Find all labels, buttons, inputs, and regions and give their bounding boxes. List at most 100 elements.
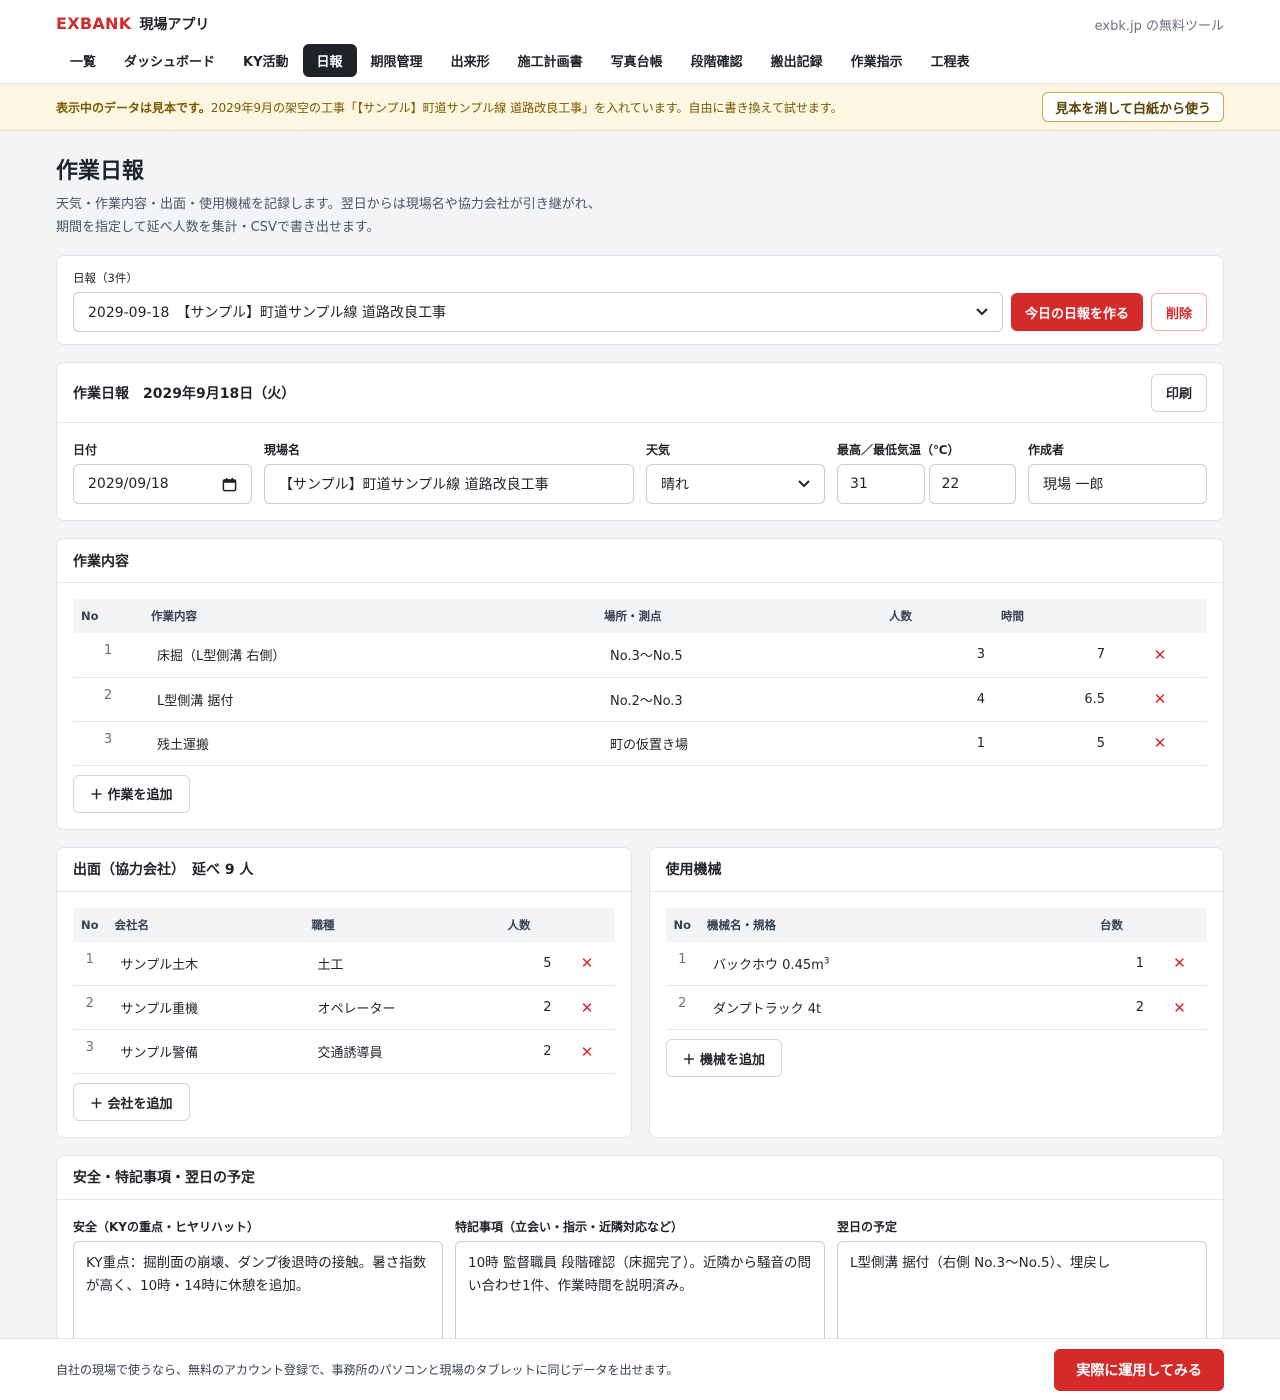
create-today-report-button[interactable]: 今日の日報を作る bbox=[1010, 293, 1143, 331]
work-place-cell[interactable]: 町の仮置き場 bbox=[596, 721, 881, 766]
col-people: 人数 bbox=[499, 907, 560, 942]
date-group: 日付 2029/09/18 bbox=[73, 441, 252, 504]
machine-count-cell[interactable]: 1 bbox=[1092, 941, 1153, 986]
remove-row-icon[interactable]: ✕ bbox=[1152, 985, 1207, 1030]
remove-row-icon[interactable]: ✕ bbox=[559, 1029, 615, 1074]
site-group: 現場名 【サンプル】町道サンプル線 道路改良工事 bbox=[264, 441, 634, 504]
attendance-no: 1 bbox=[73, 941, 107, 986]
nav-item-deadlines[interactable]: 期限管理 bbox=[357, 44, 437, 77]
notes-card: 安全・特記事項・翌日の予定 安全（KYの重点・ヒヤリハット） KY重点：掘削面の… bbox=[56, 1154, 1224, 1366]
attendance-body: No 会社名 職種 人数 1 サンプル土木 土工 5 ✕ 2 サンプル重機 オペ… bbox=[57, 892, 631, 1138]
special-textarea[interactable]: 10時 監督職員 段階確認（床掘完了）。近隣から騒音の問い合わせ1件、作業時間を… bbox=[455, 1240, 825, 1349]
nav-item-dashboard[interactable]: ダッシュボード bbox=[110, 44, 229, 77]
nav-item-schedule[interactable]: 工程表 bbox=[917, 44, 984, 77]
remove-row-icon[interactable]: ✕ bbox=[1113, 677, 1207, 722]
print-button[interactable]: 印刷 bbox=[1150, 373, 1207, 412]
work-people-cell[interactable]: 4 bbox=[881, 677, 993, 722]
author-input[interactable]: 現場 一郎 bbox=[1028, 464, 1207, 504]
weather-select[interactable]: 晴れ bbox=[646, 464, 825, 504]
attendance-card: 出面（協力会社） 延べ 9 人 No 会社名 職種 人数 1 サンプル土木 土工… bbox=[56, 846, 632, 1138]
temperature-group: 最高／最低気温（℃） 31 22 bbox=[837, 441, 1016, 504]
company-cell[interactable]: サンプル土木 bbox=[106, 941, 304, 986]
nav-item-carry-out[interactable]: 搬出記録 bbox=[757, 44, 837, 77]
attendance-people-cell[interactable]: 2 bbox=[499, 1029, 560, 1074]
machine-name-cell[interactable]: バックホウ 0.45m3 bbox=[699, 941, 1093, 986]
brand[interactable]: EXBANK 現場アプリ bbox=[56, 14, 209, 34]
nav-item-daily-report[interactable]: 日報 bbox=[302, 44, 357, 77]
free-tool-link[interactable]: exbk.jp の無料ツール bbox=[1095, 15, 1224, 34]
remove-row-icon[interactable]: ✕ bbox=[1113, 633, 1207, 678]
banner-message: 2029年9月の架空の工事「【サンプル】町道サンプル線 道路改良工事」を入れてい… bbox=[210, 100, 843, 115]
date-input[interactable]: 2029/09/18 bbox=[73, 464, 252, 504]
try-operation-button[interactable]: 実際に運用してみる bbox=[1054, 1348, 1224, 1391]
work-table-header: No 作業内容 場所・測点 人数 時間 bbox=[73, 599, 1207, 633]
machines-card: 使用機械 No 機械名・規格 台数 1 バックホウ 0.45m3 1 ✕ 2 ダ… bbox=[648, 846, 1224, 1138]
col-trade: 職種 bbox=[303, 907, 500, 942]
temp-low-input[interactable]: 22 bbox=[928, 464, 1016, 504]
temp-high-value: 31 bbox=[850, 476, 868, 492]
nav-item-photo-ledger[interactable]: 写真台帳 bbox=[597, 44, 677, 77]
nav-item-work-order[interactable]: 作業指示 bbox=[837, 44, 917, 77]
nav-item-stage-check[interactable]: 段階確認 bbox=[677, 44, 757, 77]
work-content-cell[interactable]: 床掘（L型側溝 右側） bbox=[143, 633, 596, 678]
site-input[interactable]: 【サンプル】町道サンプル線 道路改良工事 bbox=[264, 464, 634, 504]
logo: EXBANK bbox=[56, 14, 132, 33]
safety-textarea[interactable]: KY重点：掘削面の崩壊、ダンプ後退時の接触。暑さ指数が高く、10時・14時に休憩… bbox=[73, 1240, 443, 1349]
clear-sample-button[interactable]: 見本を消して白紙から使う bbox=[1042, 92, 1224, 122]
work-content-cell[interactable]: 残土運搬 bbox=[143, 721, 596, 766]
nav-item-list[interactable]: 一覧 bbox=[56, 44, 110, 77]
author-value: 現場 一郎 bbox=[1043, 477, 1104, 493]
nav-item-ky[interactable]: KY活動 bbox=[229, 44, 303, 77]
special-group: 特記事項（立会い・指示・近隣対応など） 10時 監督職員 段階確認（床掘完了）。… bbox=[455, 1218, 825, 1349]
report-info-card: 作業日報 2029年9月18日（火） 印刷 日付 2029/09/18 現場名 … bbox=[56, 362, 1224, 521]
company-cell[interactable]: サンプル重機 bbox=[106, 985, 304, 1030]
temp-high-input[interactable]: 31 bbox=[837, 464, 925, 504]
machine-count-cell[interactable]: 2 bbox=[1092, 985, 1153, 1030]
attendance-people-cell[interactable]: 5 bbox=[499, 941, 560, 986]
work-content-card: 作業内容 No 作業内容 場所・測点 人数 時間 1 床掘（L型側溝 右側） N… bbox=[56, 538, 1224, 830]
table-row: 2 ダンプトラック 4t 2 ✕ bbox=[665, 985, 1207, 1030]
next-plan-textarea[interactable]: L型側溝 据付（右側 No.3〜No.5）、埋戻し bbox=[837, 1240, 1207, 1349]
notes-title: 安全・特記事項・翌日の予定 bbox=[73, 1170, 255, 1186]
page-title: 作業日報 bbox=[56, 159, 145, 184]
footer-text: 自社の現場で使うなら、無料のアカウント登録で、事務所のパソコンと現場のタブレット… bbox=[56, 1363, 679, 1377]
report-info-header: 作業日報 2029年9月18日（火） 印刷 bbox=[57, 363, 1223, 423]
remove-row-icon[interactable]: ✕ bbox=[559, 985, 615, 1030]
work-people-cell[interactable]: 1 bbox=[881, 721, 993, 766]
company-cell[interactable]: サンプル警備 bbox=[106, 1029, 304, 1074]
report-select[interactable]: 2029-09-18 【サンプル】町道サンプル線 道路改良工事 bbox=[73, 292, 1003, 332]
col-machine-name: 機械名・規格 bbox=[699, 907, 1093, 942]
add-company-button[interactable]: ＋ 会社を追加 bbox=[73, 1083, 190, 1121]
trade-cell[interactable]: 土工 bbox=[303, 941, 500, 986]
remove-row-icon[interactable]: ✕ bbox=[1152, 941, 1207, 986]
trade-cell[interactable]: 交通誘導員 bbox=[303, 1029, 500, 1074]
nav-item-dekigata[interactable]: 出来形 bbox=[437, 44, 504, 77]
col-content: 作業内容 bbox=[143, 599, 596, 633]
col-no: No bbox=[665, 907, 700, 942]
remove-row-icon[interactable]: ✕ bbox=[1113, 721, 1207, 766]
attendance-people-cell[interactable]: 2 bbox=[499, 985, 560, 1030]
delete-report-button[interactable]: 削除 bbox=[1150, 293, 1207, 331]
col-action bbox=[1113, 599, 1207, 633]
work-content-cell[interactable]: L型側溝 据付 bbox=[143, 677, 596, 722]
trade-cell[interactable]: オペレーター bbox=[303, 985, 500, 1030]
calendar-icon[interactable] bbox=[222, 477, 237, 492]
work-table: No 作業内容 場所・測点 人数 時間 1 床掘（L型側溝 右側） No.3〜N… bbox=[73, 599, 1207, 766]
nav-item-construction-plan[interactable]: 施工計画書 bbox=[504, 44, 597, 77]
work-hours-cell[interactable]: 7 bbox=[993, 633, 1113, 678]
add-machine-button[interactable]: ＋ 機械を追加 bbox=[665, 1039, 783, 1077]
table-row: 1 サンプル土木 土工 5 ✕ bbox=[73, 941, 615, 986]
work-place-cell[interactable]: No.2〜No.3 bbox=[596, 677, 881, 722]
work-hours-cell[interactable]: 6.5 bbox=[993, 677, 1113, 722]
work-people-cell[interactable]: 3 bbox=[881, 633, 993, 678]
add-work-button[interactable]: ＋ 作業を追加 bbox=[73, 774, 190, 813]
remove-row-icon[interactable]: ✕ bbox=[559, 941, 615, 986]
work-content-body: No 作業内容 場所・測点 人数 時間 1 床掘（L型側溝 右側） No.3〜N… bbox=[57, 583, 1223, 829]
col-company: 会社名 bbox=[106, 907, 304, 942]
chevron-down-icon bbox=[798, 480, 810, 488]
table-row: 2 L型側溝 据付 No.2〜No.3 4 6.5 ✕ bbox=[73, 677, 1207, 722]
work-place-cell[interactable]: No.3〜No.5 bbox=[596, 633, 881, 678]
work-content-header: 作業内容 bbox=[57, 539, 1223, 583]
machine-name-cell[interactable]: ダンプトラック 4t bbox=[699, 985, 1093, 1030]
work-hours-cell[interactable]: 5 bbox=[993, 721, 1113, 766]
